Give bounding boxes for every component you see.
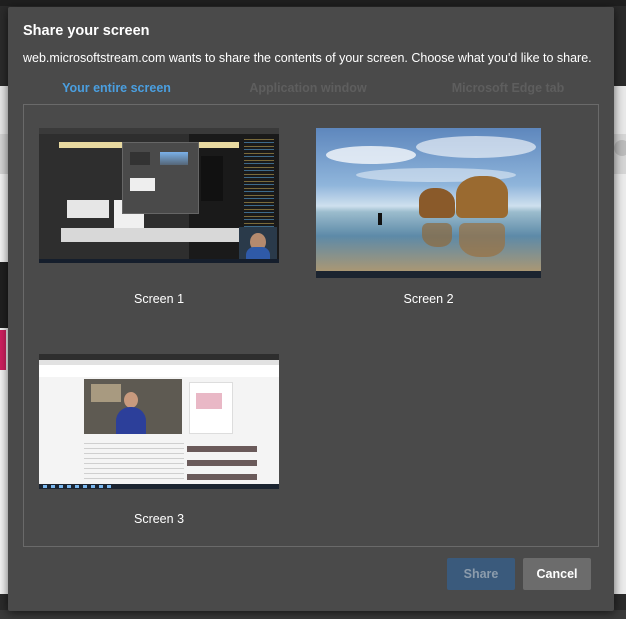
screen-option-1[interactable]: Screen 1: [24, 105, 294, 325]
webcam-preview: [239, 227, 277, 259]
cancel-button[interactable]: Cancel: [523, 558, 591, 590]
screen-option-2[interactable]: Screen 2: [314, 105, 564, 325]
background-page-edge: [614, 174, 626, 594]
share-button[interactable]: Share: [447, 558, 515, 590]
background-page-edge: [0, 330, 6, 370]
screen-option-3[interactable]: Screen 3: [24, 330, 294, 530]
screen-picker-panel: Screen 1 Screen 2 Screen 3: [23, 104, 599, 547]
background-page-edge: [0, 174, 8, 594]
screen-1-label: Screen 1: [133, 292, 185, 306]
dialog-title: Share your screen: [23, 23, 150, 39]
screen-3-label: Screen 3: [133, 512, 185, 526]
taskbar: [39, 484, 279, 489]
background-page-edge: [0, 262, 8, 328]
share-screen-dialog: Share your screen web.microsoftstream.co…: [8, 7, 614, 611]
background-avatar: [614, 140, 626, 156]
screen-1-thumbnail: [39, 128, 279, 263]
dialog-description: web.microsoftstream.com wants to share t…: [23, 51, 592, 65]
screen-3-thumbnail: [39, 354, 279, 489]
screen-2-thumbnail: [316, 128, 541, 278]
taskbar: [39, 259, 279, 263]
background-page-bottom: [0, 610, 626, 619]
screen-2-label: Screen 2: [403, 292, 454, 306]
background-page-top: [0, 0, 626, 6]
taskbar: [316, 271, 541, 278]
